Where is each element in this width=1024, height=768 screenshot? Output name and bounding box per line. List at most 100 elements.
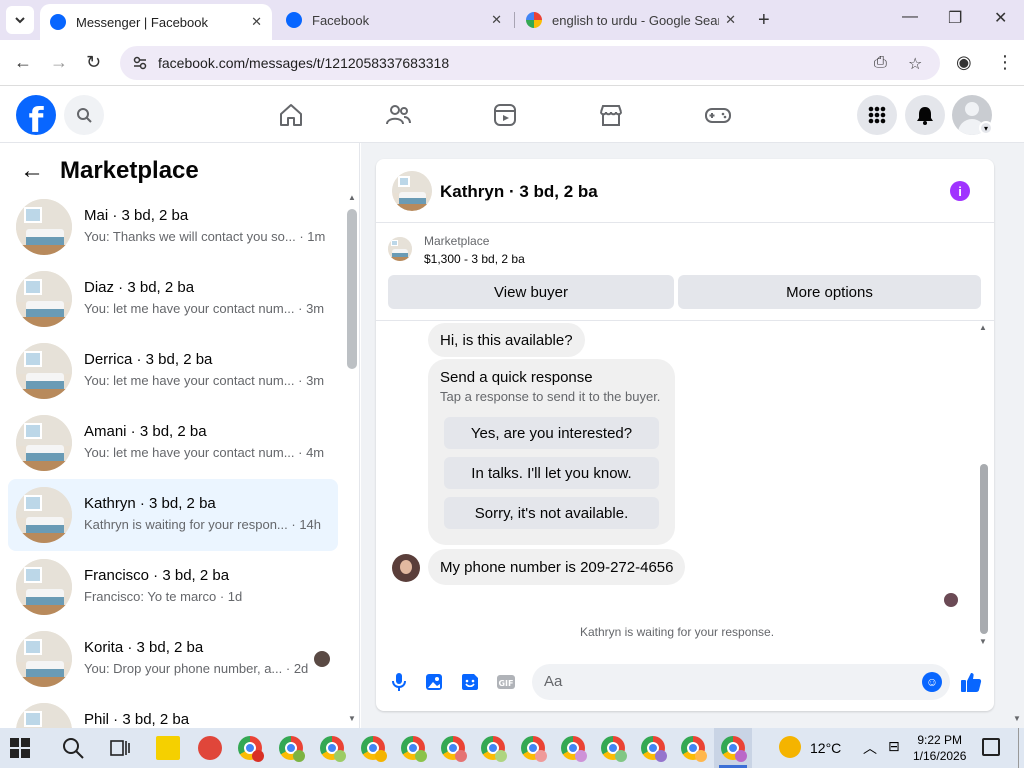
menu-grid-button[interactable] <box>857 95 897 135</box>
scrollbar-thumb[interactable] <box>347 209 357 369</box>
chrome-app-icon[interactable] <box>401 736 427 762</box>
listing-thumbnail[interactable] <box>392 171 432 211</box>
sticker-icon[interactable] <box>459 671 481 693</box>
facebook-logo-icon[interactable]: f <box>16 95 56 135</box>
listing-source-label: Marketplace <box>424 234 490 248</box>
message-thread: ▲ ▼ Hi, is this available? Send a quick … <box>376 321 994 651</box>
emoji-icon[interactable]: ☺ <box>922 672 942 692</box>
conversation-item[interactable]: Mai · 3 bd, 2 ba You: Thanks we will con… <box>8 191 338 263</box>
search-button[interactable] <box>64 95 104 135</box>
close-tab-icon[interactable]: ✕ <box>725 12 736 28</box>
quick-response-card: Send a quick response Tap a response to … <box>428 359 675 545</box>
google-favicon-icon <box>526 12 542 28</box>
weather-moon-icon[interactable] <box>779 736 801 758</box>
tab-search-button[interactable] <box>6 6 34 34</box>
watch-video-icon[interactable] <box>491 101 519 129</box>
listing-price[interactable]: $1,300 - 3 bd, 2 ba <box>424 252 525 266</box>
new-tab-plus-icon[interactable]: + <box>758 10 770 30</box>
conversation-item[interactable]: Korita · 3 bd, 2 ba You: Drop your phone… <box>8 623 338 695</box>
chrome-app-icon[interactable] <box>521 736 547 762</box>
address-bar[interactable]: facebook.com/messages/t/1212058337683318… <box>120 46 940 80</box>
conversation-item[interactable]: Phil · 3 bd, 2 ba <box>8 695 338 728</box>
clock[interactable]: 9:22 PM 1/16/2026 <box>913 732 966 764</box>
scroll-up-arrow-icon[interactable]: ▲ <box>979 323 987 332</box>
chrome-app-icon[interactable] <box>238 736 264 762</box>
quick-response-option[interactable]: Sorry, it's not available. <box>444 497 659 529</box>
notification-center-icon[interactable] <box>982 738 1000 756</box>
chrome-app-icon[interactable] <box>681 736 707 762</box>
restore-icon[interactable]: ❐ <box>948 8 962 28</box>
window-close-icon[interactable]: ✕ <box>994 8 1007 28</box>
scrollbar-thumb[interactable] <box>980 464 988 634</box>
marketplace-header: ← Marketplace <box>20 157 199 185</box>
paint-app-icon[interactable] <box>198 736 222 760</box>
back-arrow-icon[interactable]: ← <box>14 52 32 73</box>
thumbs-up-like-icon[interactable] <box>960 671 982 693</box>
marketplace-store-icon[interactable] <box>597 101 625 129</box>
page-scroll-down-arrow-icon[interactable]: ▼ <box>1013 714 1021 723</box>
chevron-down-icon[interactable]: ▾ <box>979 121 993 135</box>
search-icon <box>77 108 92 123</box>
message-input[interactable] <box>544 673 904 690</box>
gif-icon[interactable]: GIF <box>495 671 517 693</box>
kebab-menu-icon[interactable]: ⋮ <box>996 52 1014 73</box>
browser-tab-google[interactable]: english to urdu - Google Search ✕ <box>516 0 746 40</box>
quick-response-option[interactable]: Yes, are you interested? <box>444 417 659 449</box>
close-tab-icon[interactable]: ✕ <box>251 14 262 30</box>
friends-icon[interactable] <box>384 101 412 129</box>
bookmark-star-icon[interactable]: ☆ <box>908 54 922 74</box>
photo-attach-icon[interactable] <box>423 671 445 693</box>
info-icon[interactable]: i <box>950 181 970 201</box>
svg-text:GIF: GIF <box>498 679 513 688</box>
quick-response-option[interactable]: In talks. I'll let you know. <box>444 457 659 489</box>
minimize-icon[interactable]: — <box>902 8 918 26</box>
home-icon[interactable] <box>277 101 305 129</box>
chrome-app-icon[interactable] <box>279 736 305 762</box>
scroll-down-arrow-icon[interactable]: ▼ <box>979 637 987 646</box>
conversation-item-selected[interactable]: Kathryn · 3 bd, 2 ba Kathryn is waiting … <box>8 479 338 551</box>
task-view-icon[interactable] <box>110 738 130 758</box>
network-icon[interactable]: ⊟ <box>888 738 900 755</box>
chrome-app-icon[interactable] <box>441 736 467 762</box>
conversation-item[interactable]: Francisco · 3 bd, 2 ba Francisco: Yo te … <box>8 551 338 623</box>
chrome-app-icon-active[interactable] <box>721 736 747 762</box>
quick-response-subtitle: Tap a response to send it to the buyer. <box>440 389 661 404</box>
chat-title[interactable]: Kathryn · 3 bd, 2 ba <box>440 182 598 202</box>
reload-icon[interactable]: ↻ <box>86 52 101 73</box>
profile-icon[interactable]: ◉ <box>956 52 972 73</box>
show-desktop-button[interactable] <box>1018 728 1024 768</box>
bell-icon <box>917 107 933 125</box>
chrome-app-icon[interactable] <box>641 736 667 762</box>
sender-avatar[interactable] <box>392 554 420 582</box>
microphone-icon[interactable] <box>388 671 410 693</box>
scroll-up-arrow-icon[interactable]: ▲ <box>348 193 356 202</box>
conversation-item[interactable]: Amani · 3 bd, 2 ba You: let me have your… <box>8 407 338 479</box>
conversation-item[interactable]: Diaz · 3 bd, 2 ba You: let me have your … <box>8 263 338 335</box>
tray-chevron-up-icon[interactable]: ︿ <box>863 738 877 758</box>
close-tab-icon[interactable]: ✕ <box>491 12 502 28</box>
forward-arrow-icon[interactable]: → <box>50 52 68 73</box>
taskbar-search-icon[interactable] <box>62 737 84 759</box>
chrome-app-icon[interactable] <box>601 736 627 762</box>
conversation-item[interactable]: Derrica · 3 bd, 2 ba You: let me have yo… <box>8 335 338 407</box>
chrome-app-icon[interactable] <box>561 736 587 762</box>
chrome-app-icon[interactable] <box>361 736 387 762</box>
listing-thumbnail <box>16 703 72 728</box>
more-options-button[interactable]: More options <box>678 275 981 309</box>
page-title: Marketplace <box>60 157 199 184</box>
sticky-notes-app-icon[interactable] <box>156 736 180 760</box>
notifications-button[interactable] <box>905 95 945 135</box>
back-arrow-icon[interactable]: ← <box>20 157 44 185</box>
chrome-app-icon[interactable] <box>320 736 346 762</box>
scroll-down-arrow-icon[interactable]: ▼ <box>348 714 356 723</box>
browser-tab-messenger[interactable]: Messenger | Facebook ✕ <box>40 4 272 40</box>
windows-start-icon[interactable] <box>10 738 30 758</box>
chrome-app-icon[interactable] <box>481 736 507 762</box>
site-settings-icon[interactable] <box>132 55 148 71</box>
url-text: facebook.com/messages/t/1212058337683318 <box>158 55 450 71</box>
browser-tab-facebook[interactable]: Facebook ✕ <box>276 0 512 40</box>
temperature-text[interactable]: 12°C <box>810 740 841 756</box>
install-app-icon[interactable]: ⎙ <box>874 54 887 72</box>
view-buyer-button[interactable]: View buyer <box>388 275 674 309</box>
gaming-controller-icon[interactable] <box>704 101 732 129</box>
